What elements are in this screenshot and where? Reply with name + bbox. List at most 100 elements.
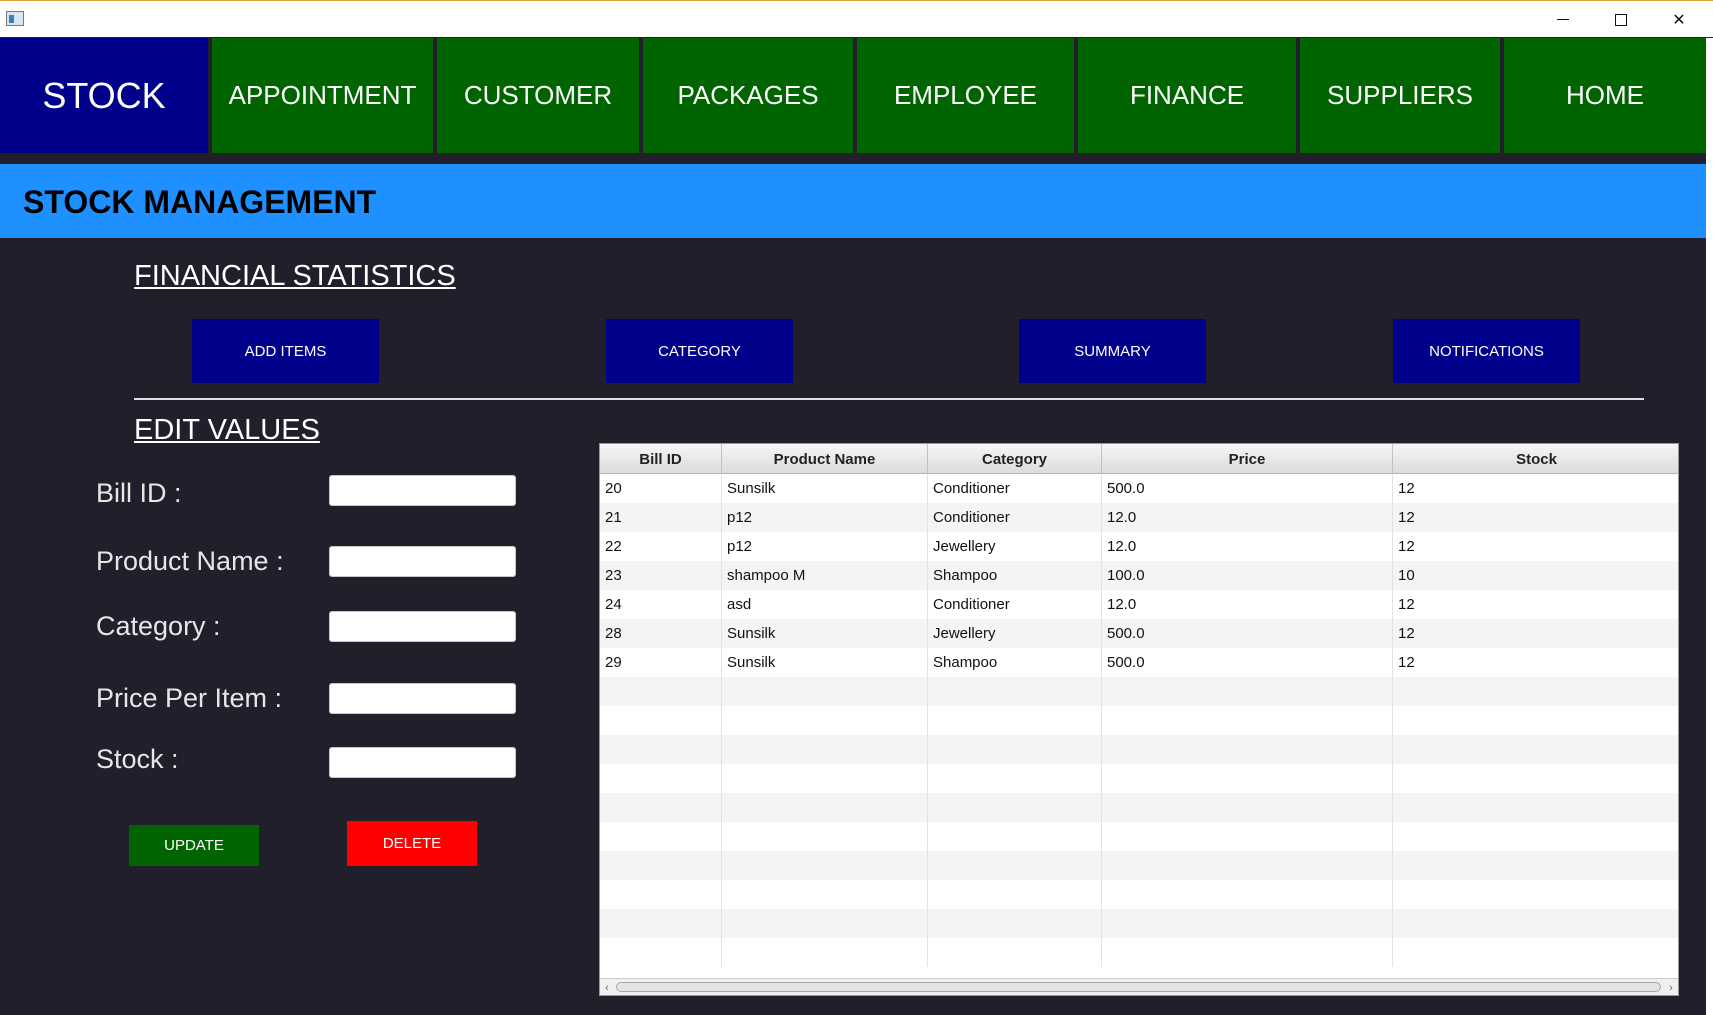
table-cell: 12.0 <box>1102 503 1393 532</box>
financial-statistics-heading[interactable]: FINANCIAL STATISTICS <box>134 260 456 293</box>
empty-table-row[interactable] <box>600 735 1678 764</box>
table-cell <box>600 909 722 938</box>
table-cell <box>1102 764 1393 793</box>
column-header-category[interactable]: Category <box>928 444 1102 474</box>
bill-id-field[interactable] <box>329 475 516 506</box>
table-row[interactable]: 20 Sunsilk Conditioner 500.0 12 <box>600 474 1678 503</box>
table-row[interactable]: 29 Sunsilk Shampoo 500.0 12 <box>600 648 1678 677</box>
table-row[interactable]: 23 shampoo M Shampoo 100.0 10 <box>600 561 1678 590</box>
column-header-bill-id[interactable]: Bill ID <box>600 444 722 474</box>
product-name-field[interactable] <box>329 546 516 577</box>
table-cell <box>928 938 1102 967</box>
table-row[interactable]: 22 p12 Jewellery 12.0 12 <box>600 532 1678 561</box>
tab-customer[interactable]: CUSTOMER <box>437 38 639 153</box>
bill-id-label: Bill ID : <box>96 478 182 508</box>
table-cell <box>600 793 722 822</box>
header-band: STOCK MANAGEMENT <box>0 164 1706 238</box>
empty-table-row[interactable] <box>600 793 1678 822</box>
table-cell <box>722 764 928 793</box>
table-cell: p12 <box>722 503 928 532</box>
close-button[interactable]: ✕ <box>1650 1 1708 38</box>
update-button[interactable]: UPDATE <box>129 825 259 866</box>
table-cell <box>722 793 928 822</box>
minimize-button[interactable] <box>1534 1 1592 38</box>
table-cell <box>722 677 928 706</box>
table-cell <box>928 880 1102 909</box>
empty-table-row[interactable] <box>600 677 1678 706</box>
table-cell <box>722 706 928 735</box>
summary-button[interactable]: SUMMARY <box>1019 319 1206 383</box>
column-header-product-name[interactable]: Product Name <box>722 444 928 474</box>
empty-table-row[interactable] <box>600 909 1678 938</box>
table-cell: p12 <box>722 532 928 561</box>
price-per-item-field[interactable] <box>329 683 516 714</box>
tab-employee[interactable]: EMPLOYEE <box>857 38 1074 153</box>
table-cell: 29 <box>600 648 722 677</box>
table-cell: Conditioner <box>928 590 1102 619</box>
add-items-button[interactable]: ADD ITEMS <box>192 319 379 383</box>
table-cell <box>722 880 928 909</box>
table-cell <box>1393 880 1678 909</box>
table-cell: shampoo M <box>722 561 928 590</box>
main-nav: STOCK APPOINTMENT CUSTOMER PACKAGES EMPL… <box>0 38 1706 153</box>
scroll-right-icon[interactable]: › <box>1664 979 1678 995</box>
maximize-icon <box>1615 13 1627 26</box>
table-row[interactable]: 24 asd Conditioner 12.0 12 <box>600 590 1678 619</box>
table-cell <box>722 938 928 967</box>
tab-home[interactable]: HOME <box>1504 38 1706 153</box>
empty-table-row[interactable] <box>600 706 1678 735</box>
table-cell: Shampoo <box>928 648 1102 677</box>
edit-values-heading[interactable]: EDIT VALUES <box>134 414 320 447</box>
empty-table-row[interactable] <box>600 822 1678 851</box>
table-cell <box>1102 880 1393 909</box>
delete-button[interactable]: DELETE <box>347 821 477 866</box>
horizontal-scrollbar[interactable]: ‹ › <box>600 978 1678 995</box>
tab-packages[interactable]: PACKAGES <box>643 38 853 153</box>
tab-suppliers[interactable]: SUPPLIERS <box>1300 38 1500 153</box>
table-row[interactable]: 28 Sunsilk Jewellery 500.0 12 <box>600 619 1678 648</box>
table-cell <box>1102 938 1393 967</box>
table-cell: 20 <box>600 474 722 503</box>
table-cell <box>928 677 1102 706</box>
table-cell: Sunsilk <box>722 619 928 648</box>
table-cell: Jewellery <box>928 619 1102 648</box>
table-cell <box>928 909 1102 938</box>
table-row[interactable]: 21 p12 Conditioner 12.0 12 <box>600 503 1678 532</box>
table-cell: Jewellery <box>928 532 1102 561</box>
column-header-price[interactable]: Price <box>1102 444 1393 474</box>
table-cell <box>1393 677 1678 706</box>
table-cell: 12 <box>1398 654 1415 671</box>
table-cell <box>600 822 722 851</box>
category-field[interactable] <box>329 611 516 642</box>
table-cell <box>722 909 928 938</box>
table-cell: 23 <box>600 561 722 590</box>
table-cell: Conditioner <box>928 503 1102 532</box>
scroll-left-icon[interactable]: ‹ <box>600 979 614 995</box>
category-button[interactable]: CATEGORY <box>606 319 793 383</box>
table-cell <box>1102 793 1393 822</box>
empty-table-row[interactable] <box>600 880 1678 909</box>
table-cell <box>600 938 722 967</box>
notifications-button[interactable]: NOTIFICATIONS <box>1393 319 1580 383</box>
stock-field[interactable] <box>329 747 516 778</box>
table-cell <box>1393 735 1678 764</box>
table-cell: Conditioner <box>928 474 1102 503</box>
tab-stock[interactable]: STOCK <box>0 38 208 153</box>
stock-table[interactable]: Bill ID Product Name Category Price Stoc… <box>599 443 1679 996</box>
table-cell <box>1102 822 1393 851</box>
tab-appointment[interactable]: APPOINTMENT <box>212 38 433 153</box>
scrollbar-thumb[interactable] <box>616 982 1661 992</box>
table-cell <box>928 822 1102 851</box>
price-per-item-label: Price Per Item : <box>96 683 283 713</box>
empty-table-row[interactable] <box>600 851 1678 880</box>
table-cell <box>928 851 1102 880</box>
table-cell <box>1393 793 1678 822</box>
column-header-stock[interactable]: Stock <box>1393 444 1678 474</box>
table-cell <box>722 851 928 880</box>
tab-finance[interactable]: FINANCE <box>1078 38 1296 153</box>
empty-table-row[interactable] <box>600 938 1678 967</box>
table-cell <box>1393 706 1678 735</box>
maximize-button[interactable] <box>1592 1 1650 38</box>
empty-table-row[interactable] <box>600 764 1678 793</box>
table-cell: asd <box>722 590 928 619</box>
